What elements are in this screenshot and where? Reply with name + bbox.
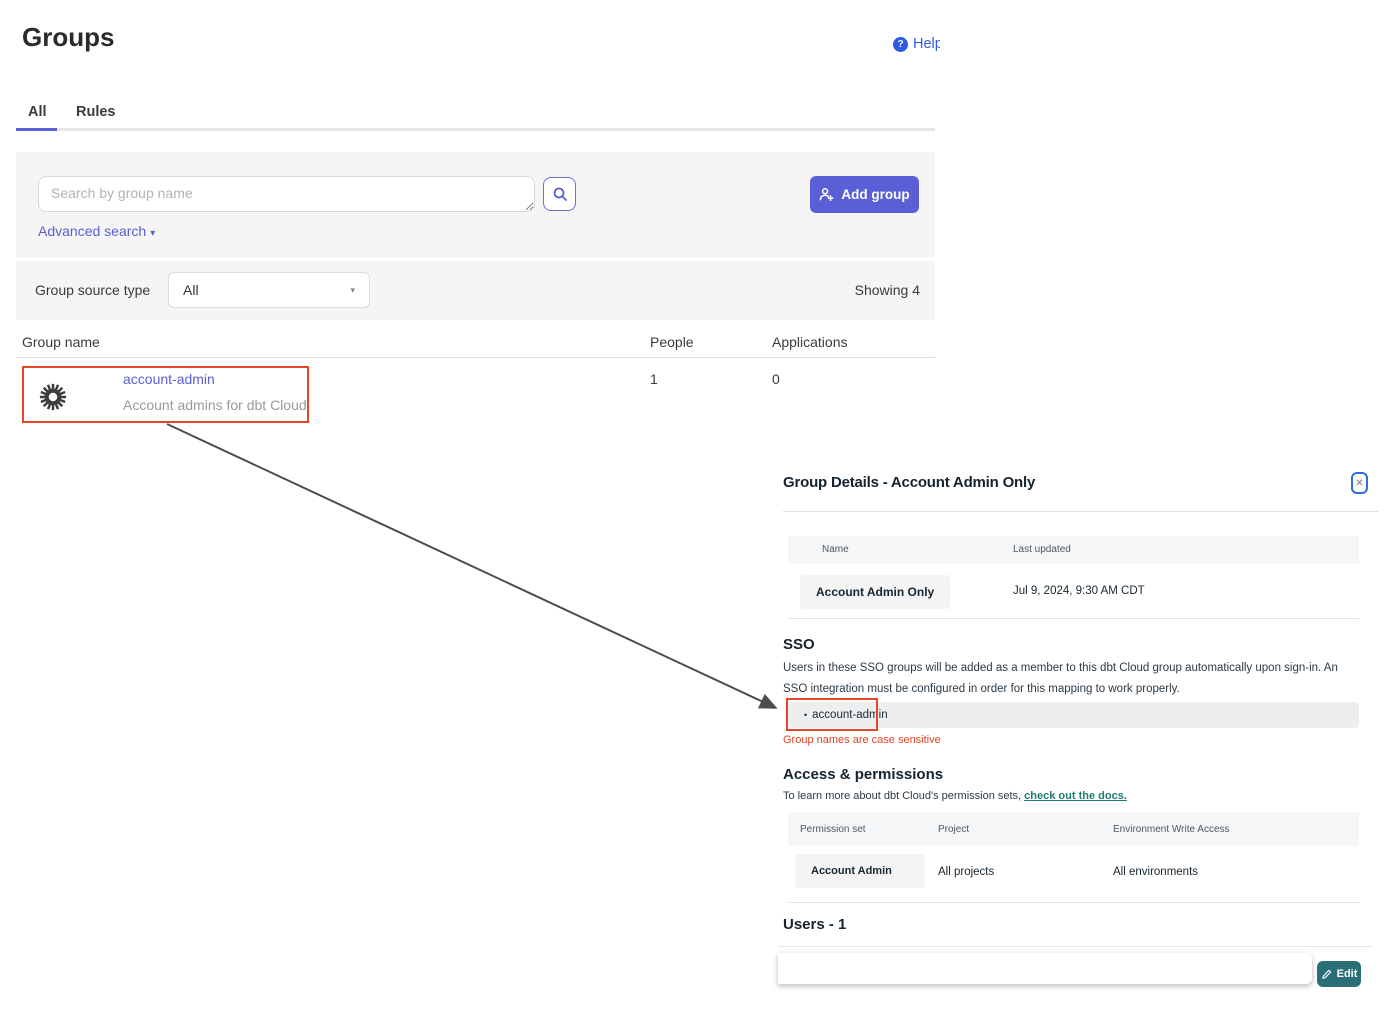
close-button[interactable]: ✕ — [1351, 472, 1368, 494]
users-heading: Users - 1 — [783, 916, 846, 933]
close-icon: ✕ — [1355, 478, 1363, 489]
add-group-button[interactable]: Add group — [810, 176, 919, 213]
screenshot-root: Groups ? Help All Rules Advanced search ▾ — [0, 0, 1386, 1009]
column-header-project: Project — [938, 824, 969, 835]
advanced-search-label: Advanced search — [38, 223, 146, 239]
search-button[interactable] — [543, 177, 576, 211]
panel-footer-bar — [778, 953, 1312, 984]
group-name-link[interactable]: account-admin — [123, 371, 215, 387]
permission-set-chip: Account Admin — [795, 854, 925, 888]
column-header-applications: Applications — [772, 334, 848, 350]
docs-link[interactable]: check out the docs. — [1024, 790, 1127, 802]
group-description: Account admins for dbt Cloud — [123, 397, 307, 413]
help-question-icon: ? — [893, 37, 908, 52]
search-icon — [552, 186, 568, 202]
last-updated-value: Jul 9, 2024, 9:30 AM CDT — [1013, 585, 1145, 597]
panel-title: Group Details - Account Admin Only — [783, 474, 1035, 491]
name-table-header-row — [788, 536, 1359, 564]
tab-active-indicator — [16, 128, 57, 131]
help-label: Help — [913, 36, 940, 52]
group-people-count: 1 — [650, 371, 658, 387]
environment-value: All environments — [1113, 866, 1198, 878]
column-header-permission-set: Permission set — [800, 824, 866, 835]
name-table-divider — [788, 618, 1359, 619]
edit-button[interactable]: Edit — [1317, 961, 1361, 987]
group-applications-count: 0 — [772, 371, 780, 387]
column-header-group-name: Group name — [22, 334, 100, 350]
user-plus-icon — [819, 187, 834, 202]
sso-mapping-row: • account-admin — [788, 702, 1359, 728]
panel-header-divider — [783, 511, 1378, 512]
group-name-chip: Account Admin Only — [800, 575, 950, 609]
edit-label: Edit — [1337, 968, 1358, 980]
group-details-panel: Group Details - Account Admin Only ✕ Nam… — [778, 460, 1386, 1009]
tab-rules[interactable]: Rules — [76, 104, 116, 120]
caret-down-icon: ▾ — [150, 228, 155, 239]
group-source-type-label: Group source type — [35, 282, 150, 298]
permissions-table-header-row — [788, 812, 1359, 846]
sso-description: Users in these SSO groups will be added … — [783, 658, 1361, 700]
column-header-name: Name — [822, 544, 849, 555]
filter-section — [16, 261, 935, 320]
access-permissions-heading: Access & permissions — [783, 766, 943, 783]
access-description-prefix: To learn more about dbt Cloud's permissi… — [783, 790, 1024, 802]
group-avatar-gear-icon — [38, 382, 68, 417]
advanced-search-toggle[interactable]: Advanced search ▾ — [38, 223, 155, 239]
sso-heading: SSO — [783, 636, 815, 653]
group-source-type-select[interactable]: All ▾ — [168, 272, 370, 308]
search-input[interactable] — [38, 176, 535, 212]
pencil-icon — [1321, 969, 1332, 980]
caret-down-icon: ▾ — [350, 285, 355, 296]
add-group-label: Add group — [841, 187, 909, 202]
table-row[interactable] — [16, 358, 935, 428]
access-permissions-description: To learn more about dbt Cloud's permissi… — [783, 790, 1127, 802]
column-header-last-updated: Last updated — [1013, 544, 1071, 555]
column-header-people: People — [650, 334, 694, 350]
help-link[interactable]: ? Help — [893, 36, 940, 52]
project-value: All projects — [938, 866, 994, 878]
showing-count: Showing 4 — [820, 282, 920, 298]
page-title: Groups — [22, 22, 114, 53]
group-source-type-value: All — [183, 282, 350, 298]
case-sensitive-warning: Group names are case sensitive — [783, 734, 941, 746]
tab-all[interactable]: All — [28, 104, 47, 120]
column-header-environment-write-access: Environment Write Access — [1113, 824, 1230, 835]
users-divider — [778, 946, 1373, 947]
tab-underline-track — [16, 128, 935, 131]
permissions-table-divider — [788, 902, 1359, 903]
bullet-icon: • — [804, 710, 807, 720]
sso-mapping-value: account-admin — [812, 709, 887, 721]
